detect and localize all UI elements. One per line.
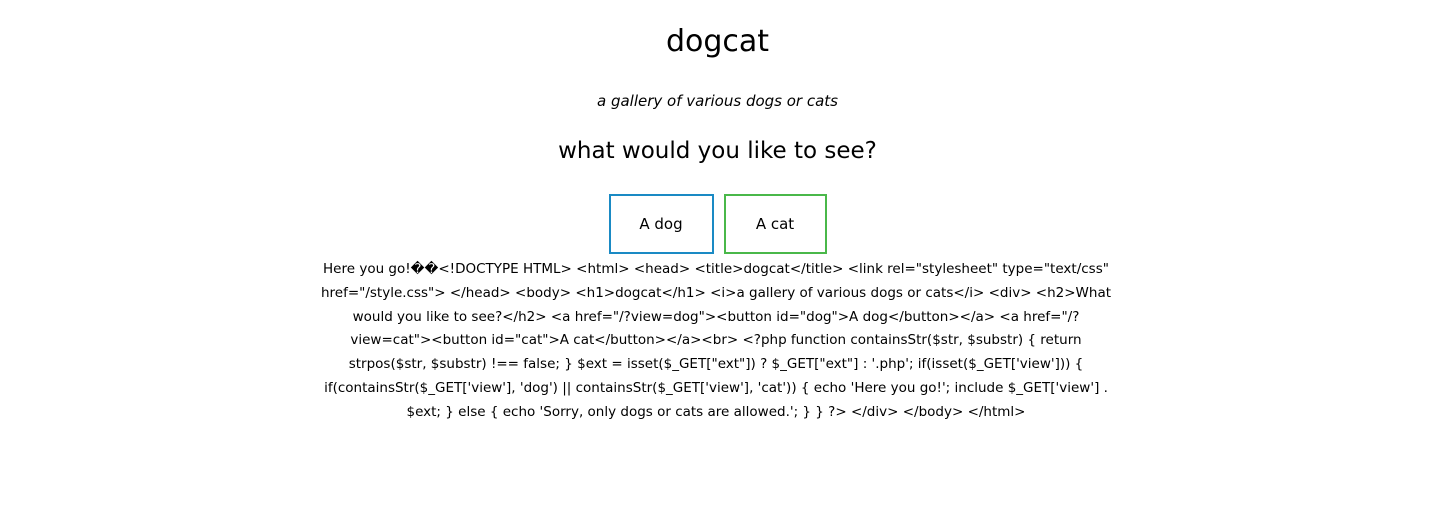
output-text: Here you go!��<!DOCTYPE HTML> <html> <he… [320,261,1112,420]
dog-button[interactable]: A dog [608,194,714,254]
dog-link[interactable]: A dog [608,194,714,254]
page-subtitle: a gallery of various dogs or cats [597,92,838,110]
button-row: A dog A cat [0,194,1435,254]
question-heading: what would you like to see? [558,138,877,164]
cat-link[interactable]: A cat [723,194,827,254]
page-title: dogcat [665,24,770,59]
cat-button[interactable]: A cat [723,194,827,254]
page: dogcat a gallery of various dogs or cats… [0,0,1435,505]
